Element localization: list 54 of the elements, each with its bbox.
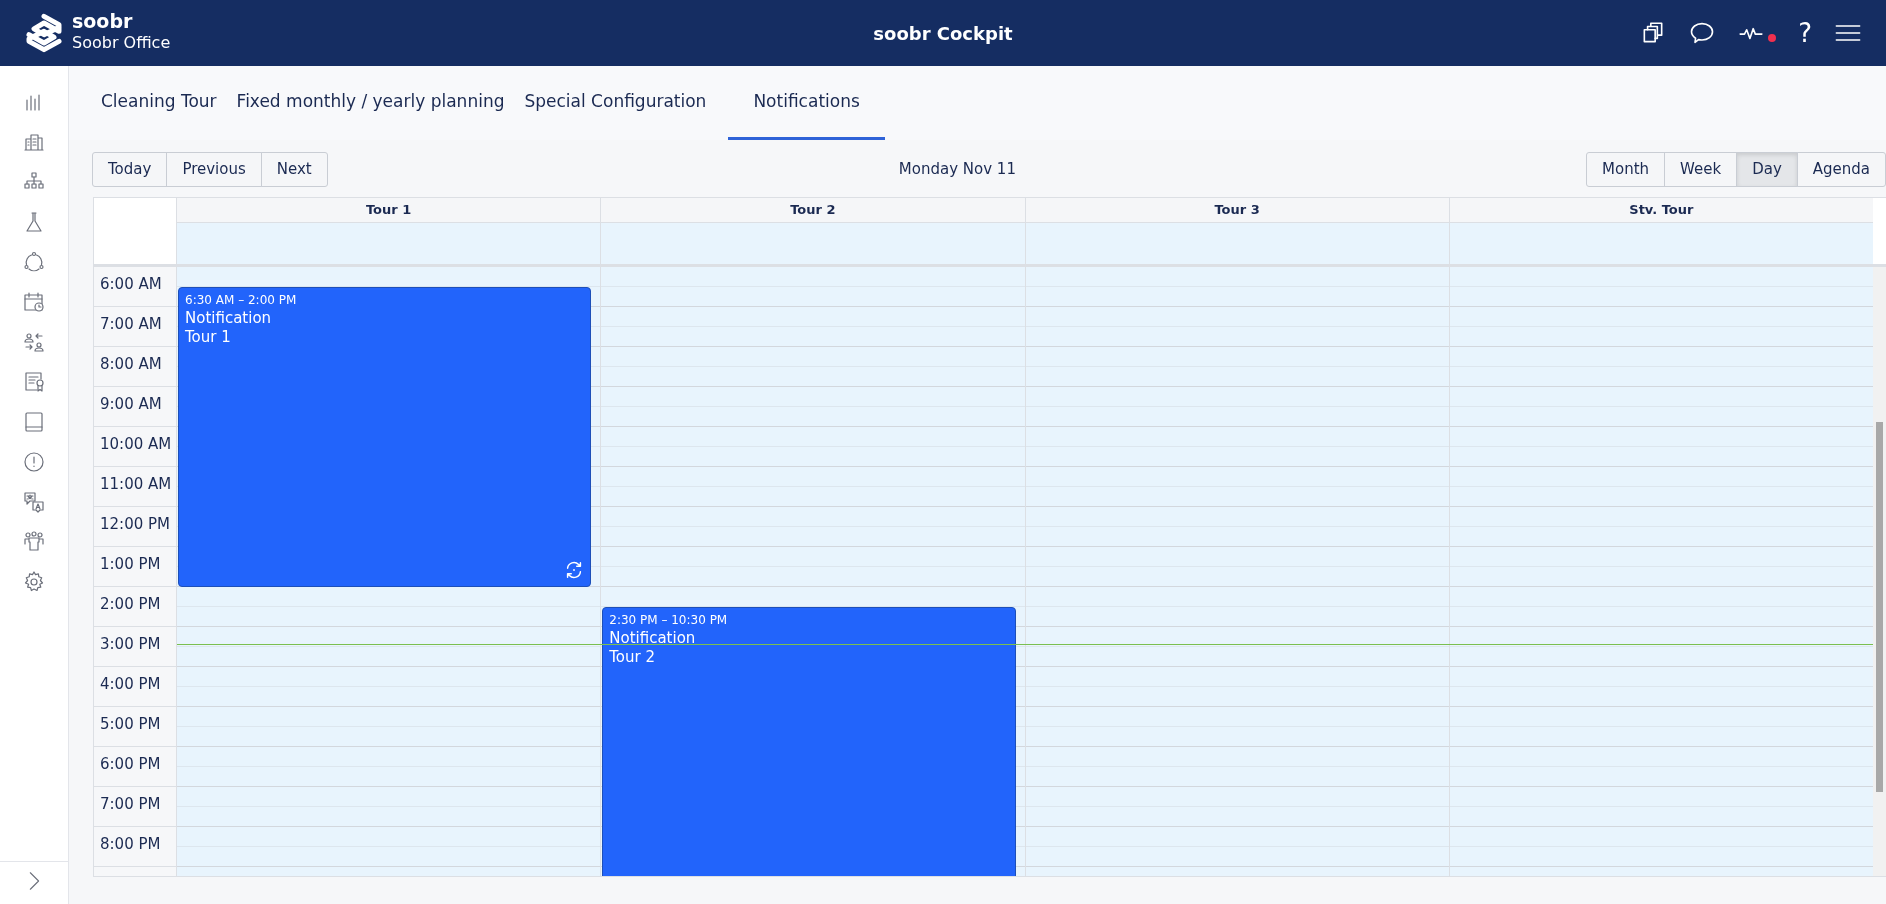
tab[interactable]: Special Configuration <box>514 66 717 140</box>
time-label: 5:00 PM <box>100 714 161 733</box>
time-label: 7:00 AM <box>100 314 162 333</box>
alert-icon[interactable] <box>22 450 46 474</box>
date-label: Monday Nov 11 <box>898 160 1016 178</box>
event-title: Notification <box>609 628 697 648</box>
time-label: 8:00 AM <box>100 354 162 373</box>
view-button[interactable]: Day <box>1736 152 1798 187</box>
event-card[interactable]: 2:30 PM – 10:30 PM Notification Tour 2 <box>602 606 1016 876</box>
tab[interactable]: Cleaning Tour <box>91 66 227 140</box>
time-label: 7:00 PM <box>100 794 161 813</box>
column-header: Tour 1 <box>176 197 601 222</box>
event-time: 6:30 AM – 2:00 PM <box>185 291 298 309</box>
time-label: 4:00 PM <box>100 674 161 693</box>
time-label: 11:00 AM <box>100 474 172 493</box>
column-header: Tour 3 <box>1024 197 1449 222</box>
translate-icon[interactable] <box>22 490 46 514</box>
event-subtitle: Tour 1 <box>185 328 232 348</box>
event-title: Notification <box>185 308 273 328</box>
time-label: 12:00 PM <box>100 514 170 533</box>
view-button[interactable]: Week <box>1664 152 1738 187</box>
team-icon[interactable] <box>22 530 46 554</box>
time-label: 8:00 PM <box>100 834 161 853</box>
tab[interactable]: Fixed monthly / yearly planning <box>226 66 515 140</box>
workspace-name: Soobr Office <box>72 32 171 55</box>
event-time: 2:30 PM – 10:30 PM <box>609 611 729 629</box>
view-button[interactable]: Month <box>1586 152 1666 187</box>
time-label: 6:00 AM <box>100 274 162 293</box>
time-label: 9:00 AM <box>100 394 162 413</box>
brand-name: soobr <box>72 10 134 32</box>
time-label: 2:00 PM <box>100 594 161 613</box>
settings-icon[interactable] <box>22 570 46 594</box>
app-title: soobr Cockpit <box>873 21 1013 46</box>
nav-button[interactable]: Next <box>260 152 328 187</box>
view-button[interactable]: Agenda <box>1796 152 1886 187</box>
logo-icon <box>24 13 64 53</box>
help-button[interactable]: ? <box>1798 20 1812 46</box>
calendar-clock-icon[interactable] <box>22 290 46 314</box>
time-label: 6:00 PM <box>100 754 161 773</box>
time-label: 3:00 PM <box>100 634 161 653</box>
event-subtitle: Tour 2 <box>609 648 657 668</box>
tab[interactable]: Notifications <box>728 66 885 140</box>
time-label: 1:00 PM <box>100 554 161 573</box>
nav-button[interactable]: Previous <box>166 152 262 187</box>
nav-button[interactable]: Today <box>92 152 168 187</box>
book-icon[interactable] <box>22 410 46 434</box>
event-card[interactable]: 6:30 AM – 2:00 PM Notification Tour 1 <box>178 286 592 587</box>
cycle-icon[interactable] <box>22 250 46 274</box>
time-label: 10:00 AM <box>100 434 172 453</box>
certificate-icon[interactable] <box>22 370 46 394</box>
scrollbar[interactable] <box>1873 266 1886 876</box>
user-swap-icon[interactable] <box>22 330 46 354</box>
column-header: Tour 2 <box>600 197 1025 222</box>
column-header: Stv. Tour <box>1448 197 1873 222</box>
